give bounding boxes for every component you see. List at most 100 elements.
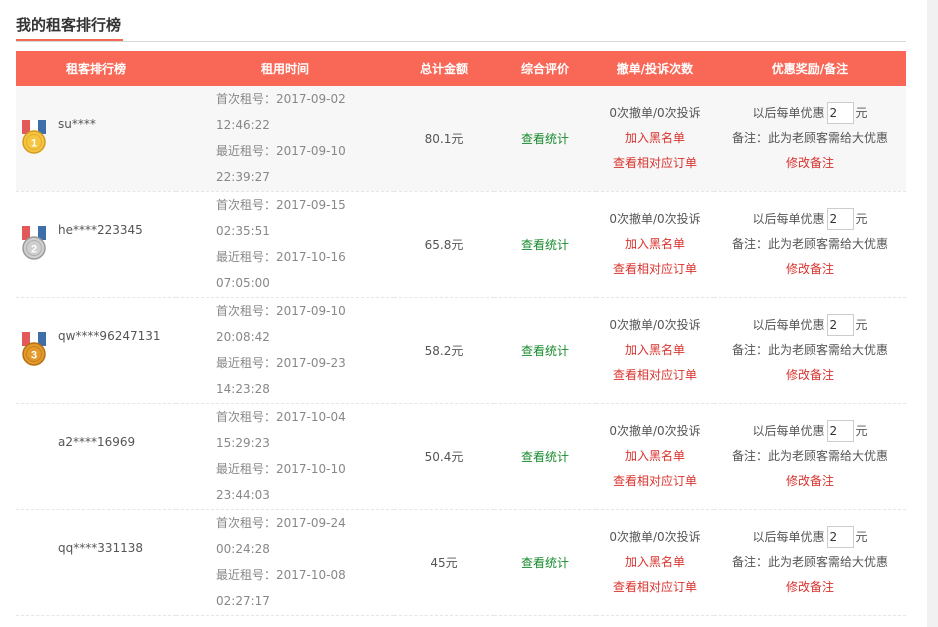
edit-note-link[interactable]: 修改备注 (714, 469, 906, 494)
review-cell: 查看统计 (494, 191, 596, 297)
view-orders-link[interactable]: 查看相对应订单 (596, 363, 714, 388)
view-stats-link[interactable]: 查看统计 (521, 344, 569, 358)
view-stats-link[interactable]: 查看统计 (521, 556, 569, 570)
discount-input[interactable] (826, 420, 854, 442)
discount-unit: 元 (855, 529, 868, 544)
tenant-username: qw****96247131 (58, 328, 161, 343)
cancel-complaint-cell: 0次撤单/0次投诉 加入黑名单 查看相对应订单 (596, 297, 714, 403)
first-rental-time: 首次租号：2017-09-10 20:08:42 (216, 304, 346, 344)
header-cancel-complaint: 撤单/投诉次数 (616, 62, 694, 76)
view-orders-link[interactable]: 查看相对应订单 (596, 469, 714, 494)
view-orders-link[interactable]: 查看相对应订单 (596, 257, 714, 282)
edit-note-link[interactable]: 修改备注 (714, 151, 906, 176)
scrollbar-track[interactable] (927, 0, 938, 627)
review-cell: 查看统计 (494, 403, 596, 509)
discount-unit: 元 (855, 211, 868, 226)
last-rental-time: 最近租号：2017-10-16 07:05:00 (216, 250, 346, 290)
review-cell: 查看统计 (494, 509, 596, 615)
edit-note-link[interactable]: 修改备注 (714, 575, 906, 600)
view-orders-link[interactable]: 查看相对应订单 (596, 575, 714, 600)
edit-note-link[interactable]: 修改备注 (714, 257, 906, 282)
add-blacklist-link[interactable]: 加入黑名单 (596, 444, 714, 469)
note-text: 备注：此为老顾客需给大优惠 (731, 236, 888, 251)
last-rental-time: 最近租号：2017-09-23 14:23:28 (216, 356, 346, 396)
rental-time-cell: 首次租号：2017-09-02 12:46:22 最近租号：2017-09-10… (176, 86, 394, 191)
cancel-complaint-cell: 0次撤单/0次投诉 加入黑名单 查看相对应订单 (596, 509, 714, 615)
discount-line: 以后每单优惠 元 (714, 313, 906, 338)
discount-note-cell: 以后每单优惠 元 备注：此为老顾客需给大优惠 修改备注 (714, 509, 906, 615)
review-cell: 查看统计 (494, 86, 596, 191)
silver-medal-icon: 2 (21, 225, 47, 262)
tenant-username: a2****16969 (58, 434, 136, 449)
header-overall-review: 综合评价 (520, 62, 569, 76)
view-stats-link[interactable]: 查看统计 (521, 238, 569, 252)
tenant-cell: a2****16969 (16, 403, 176, 509)
tenant-username: qq****331138 (58, 540, 144, 555)
page-title: 我的租客排行榜 (16, 12, 124, 41)
discount-line: 以后每单优惠 元 (714, 101, 906, 126)
discount-label: 以后每单优惠 (752, 423, 825, 438)
tenant-cell: 3 qw****96247131 (16, 297, 176, 403)
tenant-cell: qq****331138 (16, 509, 176, 615)
note-text: 备注：此为老顾客需给大优惠 (731, 554, 888, 569)
discount-note-cell: 以后每单优惠 元 备注：此为老顾客需给大优惠 修改备注 (714, 403, 906, 509)
review-cell: 查看统计 (494, 297, 596, 403)
table-header-row: 租客排行榜 租用时间 总计金额 综合评价 撤单/投诉次数 优惠奖励/备注 (16, 51, 906, 86)
note-text: 备注：此为老顾客需给大优惠 (731, 342, 888, 357)
tenant-cell: 1 su**** (16, 86, 176, 191)
cancel-complaint-count: 0次撤单/0次投诉 (609, 423, 701, 438)
total-amount: 45元 (430, 555, 458, 570)
first-rental-time: 首次租号：2017-09-15 02:35:51 (216, 198, 346, 238)
table-row: 2 he****223345 首次租号：2017-09-15 02:35:51 … (16, 191, 906, 297)
cancel-complaint-count: 0次撤单/0次投诉 (609, 211, 701, 226)
discount-input[interactable] (826, 208, 854, 230)
header-rental-time: 租用时间 (260, 62, 309, 76)
add-blacklist-link[interactable]: 加入黑名单 (596, 232, 714, 257)
discount-label: 以后每单优惠 (752, 529, 825, 544)
view-stats-link[interactable]: 查看统计 (521, 132, 569, 146)
cancel-complaint-cell: 0次撤单/0次投诉 加入黑名单 查看相对应订单 (596, 191, 714, 297)
total-amount: 80.1元 (424, 131, 464, 146)
discount-label: 以后每单优惠 (752, 105, 825, 120)
discount-unit: 元 (855, 105, 868, 120)
tenant-cell: 2 he****223345 (16, 191, 176, 297)
table-row: 1 su**** 首次租号：2017-09-02 12:46:22 最近租号：2… (16, 86, 906, 191)
discount-unit: 元 (855, 423, 868, 438)
discount-label: 以后每单优惠 (752, 317, 825, 332)
table-row: a2****16969 首次租号：2017-10-04 15:29:23 最近租… (16, 403, 906, 509)
add-blacklist-link[interactable]: 加入黑名单 (596, 338, 714, 363)
table-row: qq****331138 首次租号：2017-09-24 00:24:28 最近… (16, 509, 906, 615)
add-blacklist-link[interactable]: 加入黑名单 (596, 550, 714, 575)
cancel-complaint-count: 0次撤单/0次投诉 (609, 317, 701, 332)
total-amount: 50.4元 (424, 449, 464, 464)
cancel-complaint-cell: 0次撤单/0次投诉 加入黑名单 查看相对应订单 (596, 86, 714, 191)
svg-text:3: 3 (31, 349, 37, 361)
discount-input[interactable] (826, 102, 854, 125)
table-row: 3 qw****96247131 首次租号：2017-09-10 20:08:4… (16, 297, 906, 403)
add-blacklist-link[interactable]: 加入黑名单 (596, 126, 714, 151)
note-text: 备注：此为老顾客需给大优惠 (731, 130, 888, 145)
edit-note-link[interactable]: 修改备注 (714, 363, 906, 388)
discount-note-cell: 以后每单优惠 元 备注：此为老顾客需给大优惠 修改备注 (714, 191, 906, 297)
discount-unit: 元 (855, 317, 868, 332)
header-discount-note: 优惠奖励/备注 (771, 62, 849, 76)
discount-line: 以后每单优惠 元 (714, 419, 906, 444)
discount-input[interactable] (826, 314, 854, 336)
note-text: 备注：此为老顾客需给大优惠 (731, 448, 888, 463)
discount-label: 以后每单优惠 (752, 211, 825, 226)
last-rental-time: 最近租号：2017-10-10 23:44:03 (216, 462, 346, 502)
discount-input[interactable] (826, 526, 854, 548)
svg-text:2: 2 (31, 243, 37, 255)
svg-text:1: 1 (31, 138, 37, 150)
rental-time-cell: 首次租号：2017-09-24 00:24:28 最近租号：2017-10-08… (176, 509, 394, 615)
last-rental-time: 最近租号：2017-09-10 22:39:27 (216, 144, 346, 185)
cancel-complaint-cell: 0次撤单/0次投诉 加入黑名单 查看相对应订单 (596, 403, 714, 509)
discount-line: 以后每单优惠 元 (714, 525, 906, 550)
tenant-username: su**** (58, 117, 96, 131)
first-rental-time: 首次租号：2017-09-02 12:46:22 (216, 92, 346, 133)
view-orders-link[interactable]: 查看相对应订单 (596, 151, 714, 176)
first-rental-time: 首次租号：2017-09-24 00:24:28 (216, 516, 346, 556)
header-ranking: 租客排行榜 (65, 62, 126, 76)
view-stats-link[interactable]: 查看统计 (521, 450, 569, 464)
discount-note-cell: 以后每单优惠 元 备注：此为老顾客需给大优惠 修改备注 (714, 86, 906, 191)
